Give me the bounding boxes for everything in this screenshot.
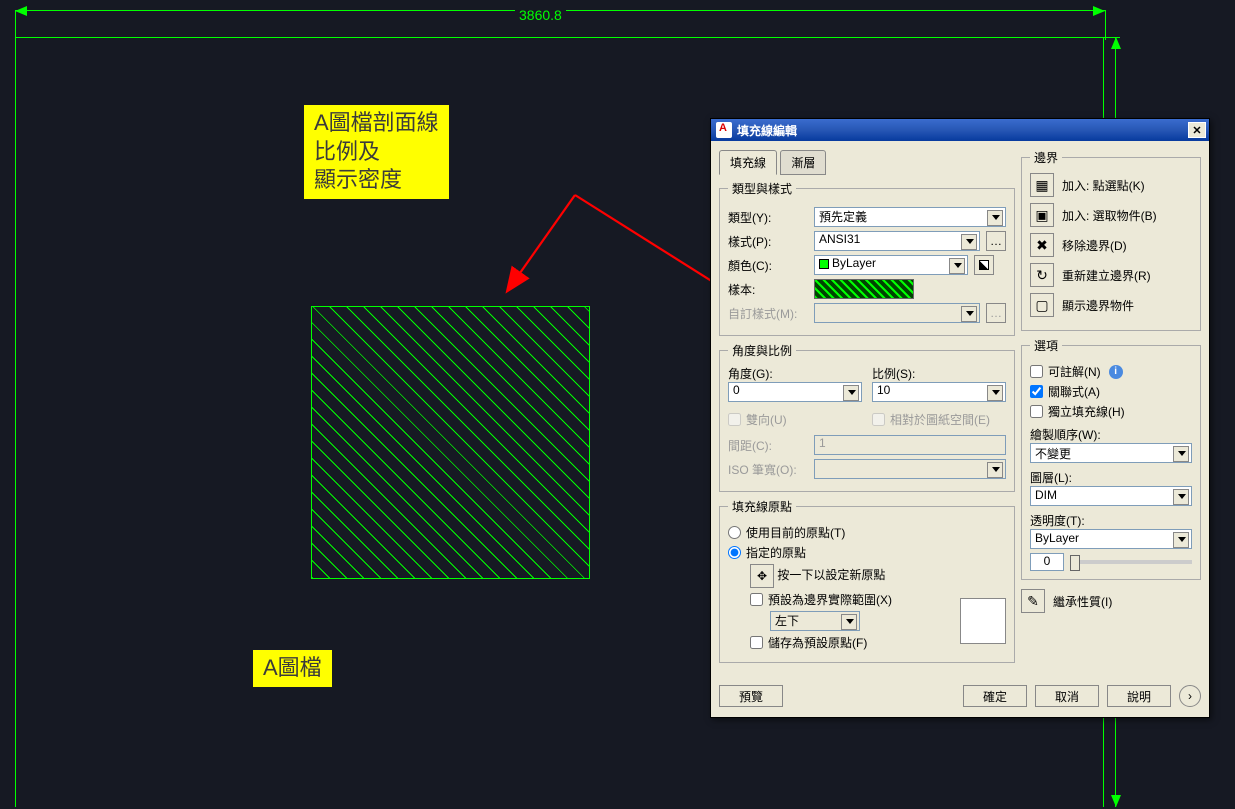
color-label: 顏色(C): xyxy=(728,257,808,274)
color-combo[interactable]: ByLayer xyxy=(814,255,968,275)
inherit-properties-button[interactable]: 繼承性質(I) xyxy=(1053,593,1112,610)
group-angle-scale: 角度與比例 角度(G): 0 比例(S): 10 雙向(U) 相對於圖紙空間(E… xyxy=(719,342,1015,492)
separate-hatch-checkbox[interactable] xyxy=(1030,405,1043,418)
angle-label: 角度(G): xyxy=(728,365,862,382)
info-icon[interactable]: i xyxy=(1109,365,1123,379)
show-boundary-button[interactable]: 顯示邊界物件 xyxy=(1062,297,1134,314)
type-label: 類型(Y): xyxy=(728,209,808,226)
tab-gradient[interactable]: 漸層 xyxy=(780,150,826,175)
annotation-scale-note: A圖檔剖面線 比例及 顯示密度 xyxy=(304,105,449,199)
draw-order-combo[interactable]: 不變更 xyxy=(1030,443,1192,463)
custom-pattern-combo xyxy=(814,303,980,323)
transparency-combo[interactable]: ByLayer xyxy=(1030,529,1192,549)
paper-space-checkbox xyxy=(872,413,885,426)
dim-ext-line xyxy=(1090,37,1120,38)
pick-points-icon[interactable]: ▦ xyxy=(1030,173,1054,197)
ok-button[interactable]: 確定 xyxy=(963,685,1027,707)
group-type-pattern: 類型與樣式 類型(Y): 預先定義 樣式(P): ANSI31 … 顏色(C):… xyxy=(719,180,1015,336)
recreate-boundary-icon[interactable]: ↻ xyxy=(1030,263,1054,287)
close-button[interactable]: ✕ xyxy=(1188,122,1206,138)
scale-label: 比例(S): xyxy=(872,365,1006,382)
use-current-origin-radio[interactable] xyxy=(728,526,741,539)
remove-boundary-icon[interactable]: ✖ xyxy=(1030,233,1054,257)
preview-button[interactable]: 預覽 xyxy=(719,685,783,707)
extents-combo: 左下 xyxy=(770,611,860,631)
custom-browse-button: … xyxy=(986,303,1006,323)
double-checkbox xyxy=(728,413,741,426)
specified-origin-radio[interactable] xyxy=(728,546,741,559)
default-extents-checkbox[interactable] xyxy=(750,593,763,606)
iso-pen-combo xyxy=(814,459,1006,479)
transparency-slider[interactable] xyxy=(1070,560,1192,564)
layer-combo[interactable]: DIM xyxy=(1030,486,1192,506)
iso-pen-label: ISO 筆寬(O): xyxy=(728,461,808,478)
dialog-titlebar[interactable]: 填充線編輯 ✕ xyxy=(711,119,1209,141)
pattern-browse-button[interactable]: … xyxy=(986,231,1006,251)
remove-boundary-button[interactable]: 移除邊界(D) xyxy=(1062,237,1127,254)
transparency-value-input[interactable]: 0 xyxy=(1030,553,1064,571)
app-icon xyxy=(716,122,732,138)
spacing-label: 間距(C): xyxy=(728,437,808,454)
bg-color-button[interactable] xyxy=(974,255,994,275)
draw-order-label: 繪製順序(W): xyxy=(1030,426,1192,443)
help-button[interactable]: 說明 xyxy=(1107,685,1171,707)
dialog-title-text: 填充線編輯 xyxy=(737,122,797,139)
horizontal-dimension-value: 3860.8 xyxy=(515,7,566,23)
show-boundary-icon[interactable]: ▢ xyxy=(1030,293,1054,317)
pattern-combo[interactable]: ANSI31 xyxy=(814,231,980,251)
tab-strip: 填充線 漸層 xyxy=(719,150,1015,175)
sample-swatch[interactable] xyxy=(814,279,914,299)
spacing-input: 1 xyxy=(814,435,1006,455)
store-default-origin-checkbox[interactable] xyxy=(750,636,763,649)
type-combo[interactable]: 預先定義 xyxy=(814,207,1006,227)
custom-pattern-label: 自訂樣式(M): xyxy=(728,305,808,322)
cancel-button[interactable]: 取消 xyxy=(1035,685,1099,707)
annotative-checkbox[interactable] xyxy=(1030,365,1043,378)
hatch-edit-dialog: 填充線編輯 ✕ 填充線 漸層 類型與樣式 類型(Y): 預先定義 樣式(P): … xyxy=(710,118,1210,718)
recreate-boundary-button[interactable]: 重新建立邊界(R) xyxy=(1062,267,1151,284)
scale-combo[interactable]: 10 xyxy=(872,382,1006,402)
set-origin-label: 按一下以設定新原點 xyxy=(777,568,885,582)
hatch-sample-square xyxy=(311,306,590,579)
annotation-file-label: A圖檔 xyxy=(253,650,332,687)
group-hatch-origin: 填充線原點 使用目前的原點(T) 指定的原點 ✥ 按一下以設定新原點 預設為邊界… xyxy=(719,498,1015,663)
pattern-label: 樣式(P): xyxy=(728,233,808,250)
horizontal-dimension: 3860.8 xyxy=(15,10,1105,11)
origin-preview-box xyxy=(960,598,1006,644)
tab-hatch[interactable]: 填充線 xyxy=(719,150,777,175)
transparency-label: 透明度(T): xyxy=(1030,512,1192,529)
associative-checkbox[interactable] xyxy=(1030,385,1043,398)
dim-ext-line xyxy=(1105,10,1106,40)
expand-dialog-button[interactable]: › xyxy=(1179,685,1201,707)
group-options: 選項 可註解(N)i 關聯式(A) 獨立填充線(H) 繪製順序(W): 不變更 … xyxy=(1021,337,1201,580)
layer-label: 圖層(L): xyxy=(1030,469,1192,486)
group-boundary: 邊界 ▦加入: 點選點(K) ▣加入: 選取物件(B) ✖移除邊界(D) ↻重新… xyxy=(1021,149,1201,331)
dim-ext-line xyxy=(15,10,16,40)
sample-label: 樣本: xyxy=(728,281,808,298)
add-select-objects-button[interactable]: 加入: 選取物件(B) xyxy=(1062,207,1157,224)
inherit-icon[interactable]: ✎ xyxy=(1021,589,1045,613)
select-objects-icon[interactable]: ▣ xyxy=(1030,203,1054,227)
angle-combo[interactable]: 0 xyxy=(728,382,862,402)
set-origin-button[interactable]: ✥ xyxy=(750,564,774,588)
add-pick-points-button[interactable]: 加入: 點選點(K) xyxy=(1062,177,1145,194)
